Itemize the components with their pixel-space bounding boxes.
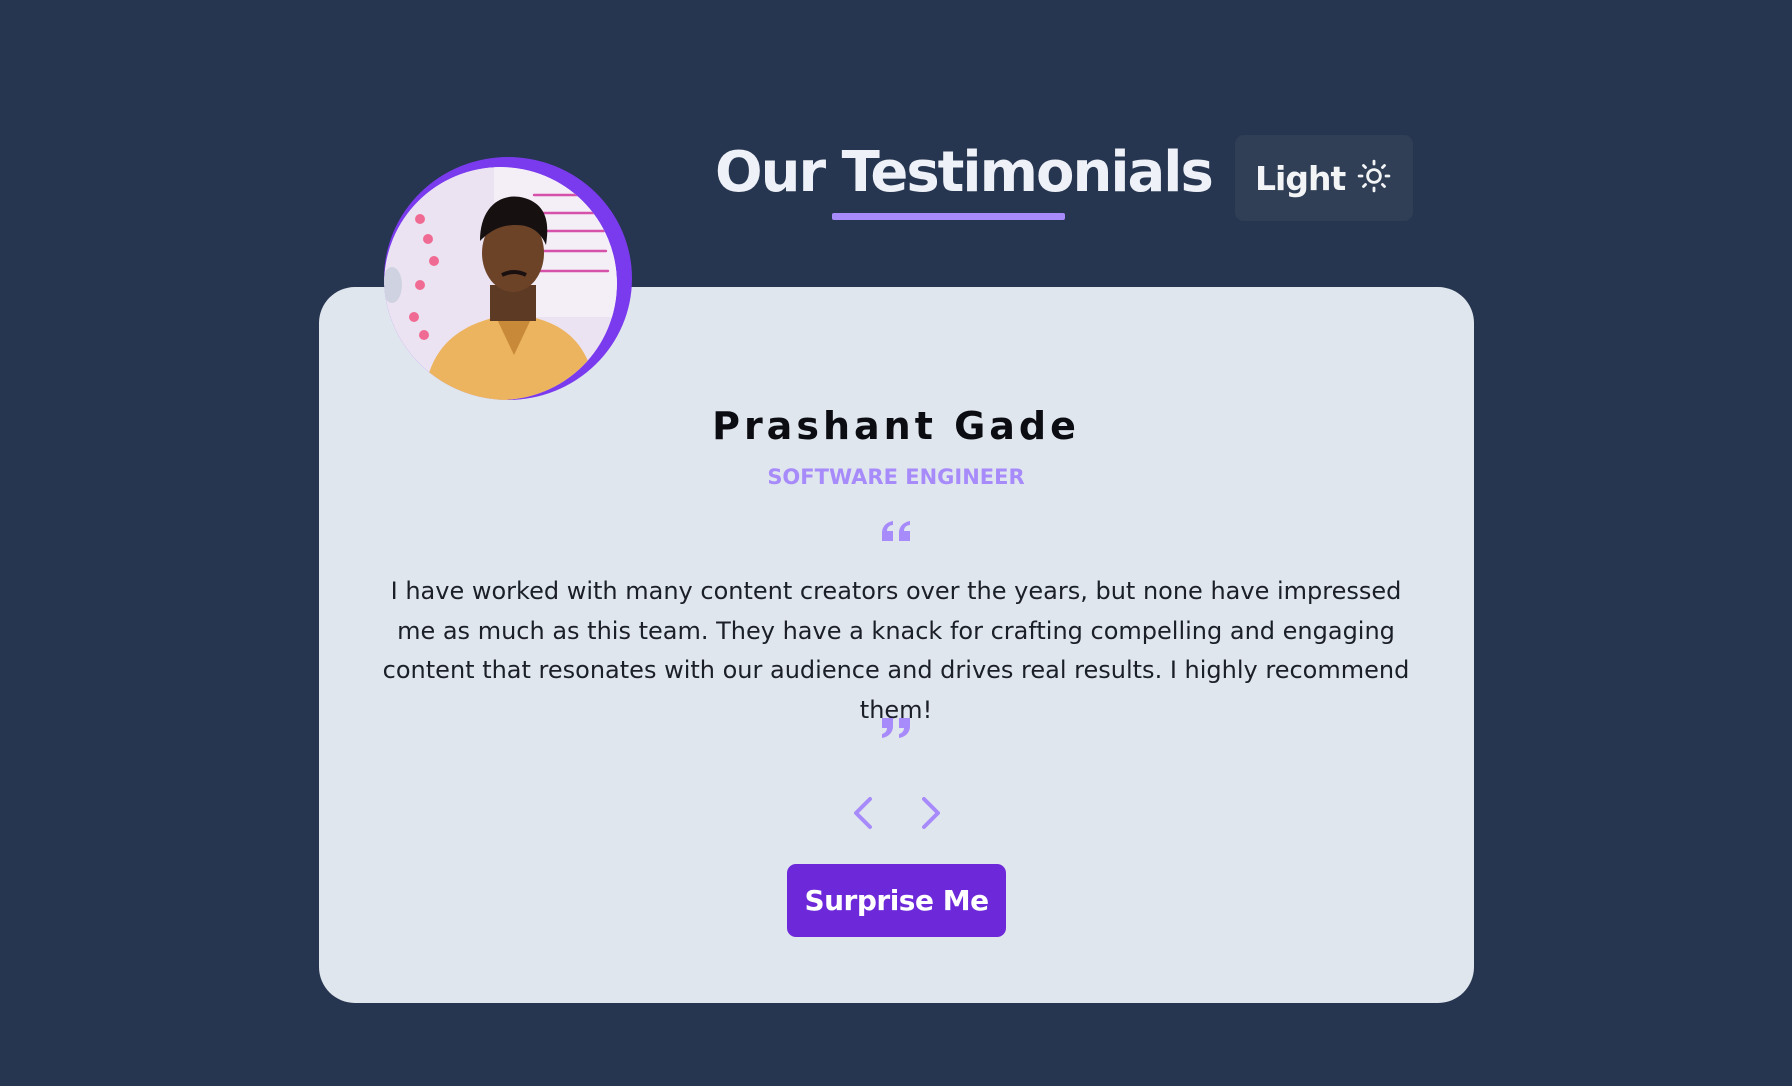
next-testimonial-button[interactable] [914,793,948,833]
sun-icon [1357,159,1391,193]
quote-open-icon [882,521,910,541]
page-title: Our Testimonials [715,140,1214,205]
theme-toggle-button[interactable]: Light [1235,135,1413,221]
chevron-left-icon [854,797,872,829]
title-underline [832,213,1065,220]
prev-testimonial-button[interactable] [846,793,880,833]
person-name: Prashant Gade [712,404,1080,448]
theme-toggle-label: Light [1255,158,1346,198]
quote-close-icon [882,718,910,738]
chevron-right-icon [922,797,940,829]
testimonial-text: I have worked with many content creators… [382,577,1410,724]
avatar [384,167,617,400]
surprise-me-button[interactable]: Surprise Me [787,864,1006,937]
person-role: SOFTWARE ENGINEER [767,465,1025,489]
avatar-ring [384,157,632,400]
